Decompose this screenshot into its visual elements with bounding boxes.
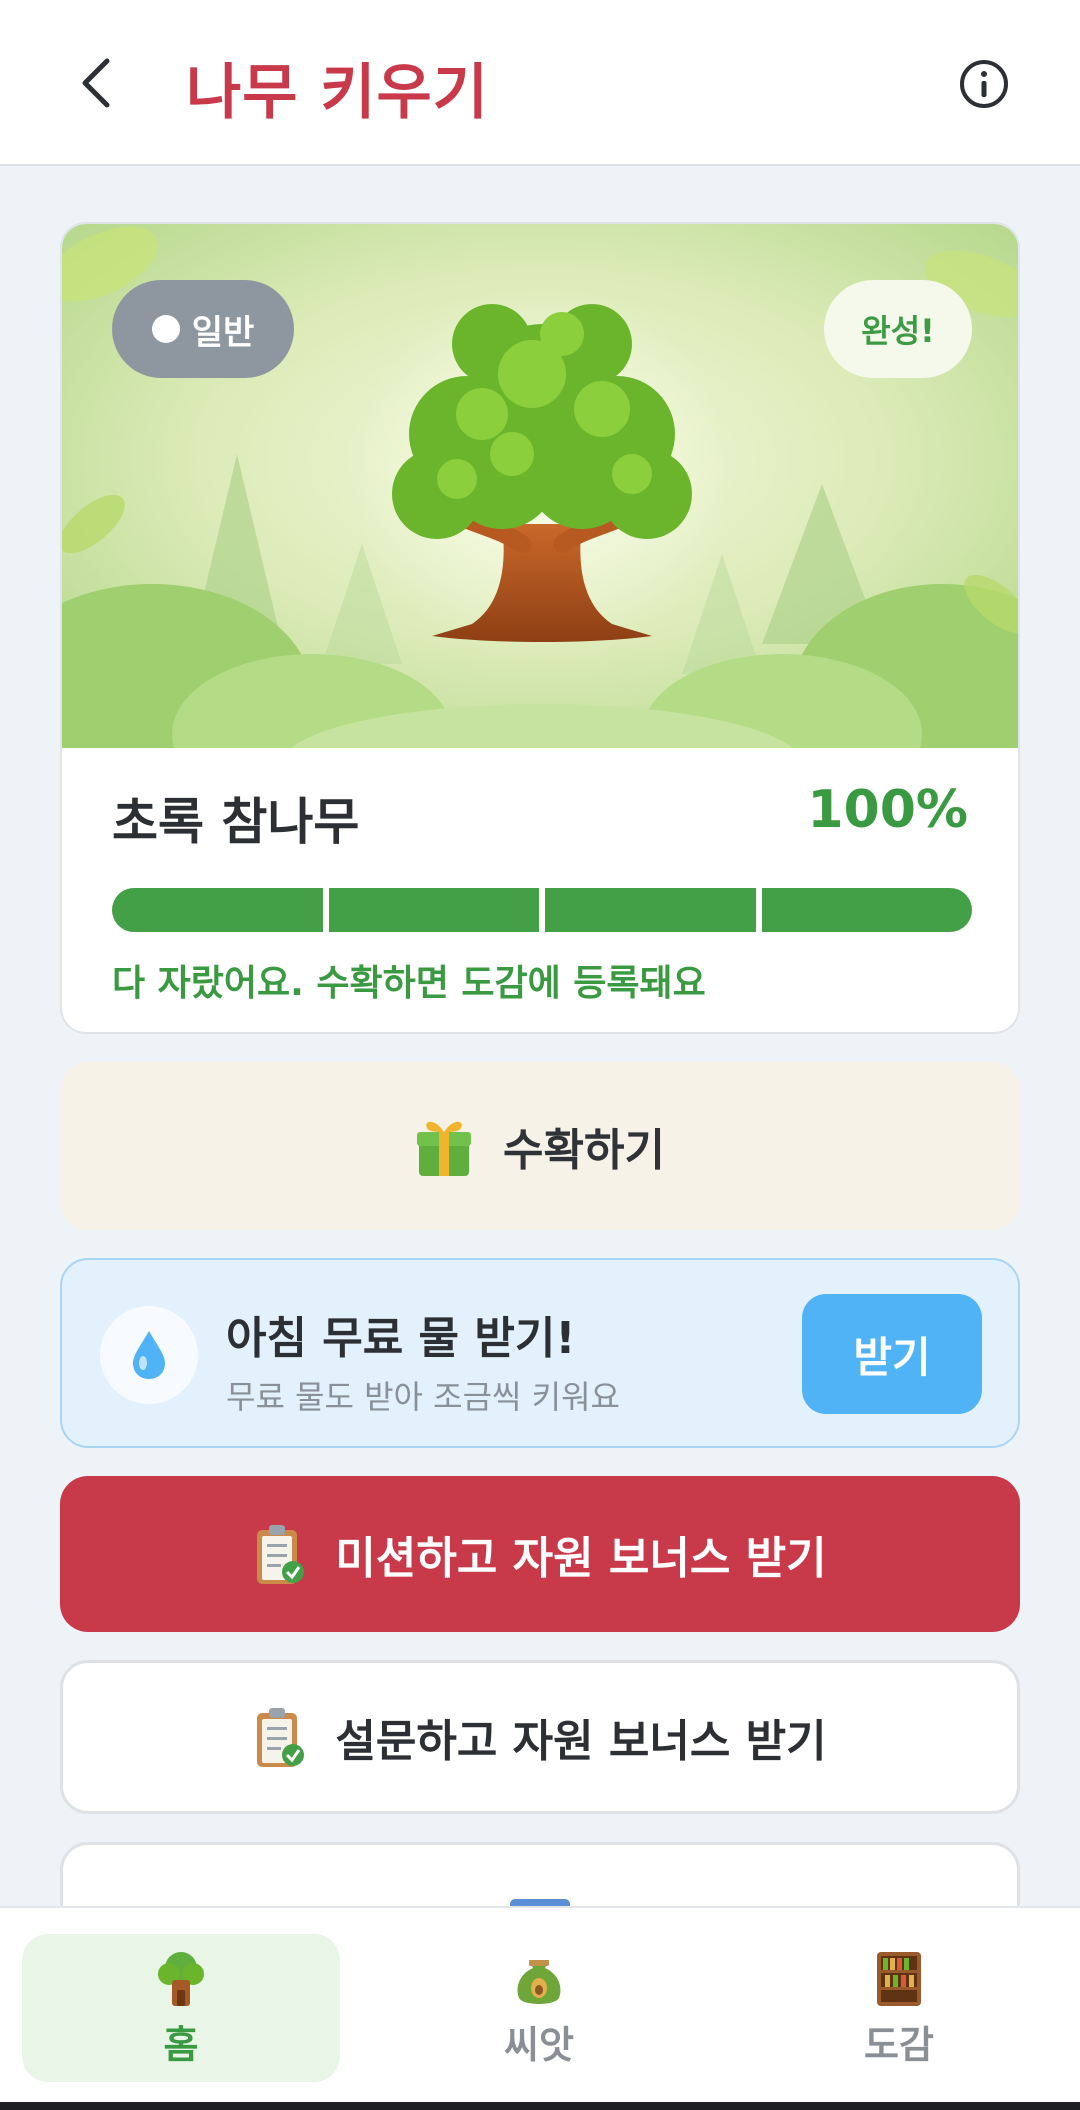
app-header: 나무 키우기: [0, 0, 1080, 166]
progress-segment: [112, 888, 323, 932]
harvest-label: 수확하기: [503, 1125, 665, 1176]
nav-tab-seed[interactable]: 씨앗: [380, 1934, 698, 2082]
water-icon-circle: [100, 1306, 198, 1404]
seed-bag-icon: [517, 1959, 561, 2004]
survey-bonus-button[interactable]: 설문하고 자원 보너스 받기: [60, 1660, 1020, 1814]
nav-tab-collection[interactable]: 도감: [740, 1934, 1058, 2082]
progress-segment: [545, 888, 756, 932]
grade-dot-icon: [151, 315, 180, 343]
system-navigation-bar: [0, 2102, 1080, 2110]
grade-label: 일반: [191, 312, 255, 353]
receive-water-button[interactable]: 받기: [802, 1294, 982, 1414]
free-water-card: 아침 무료 물 받기! 무료 물도 받아 조금씩 키워요 받기: [60, 1258, 1020, 1448]
bookshelf-icon: [877, 1951, 921, 2006]
tree-house-icon: [158, 1951, 204, 2006]
nav-collection-label: 도감: [864, 2022, 934, 2067]
back-button[interactable]: [62, 48, 132, 118]
growth-progress-bar: [112, 888, 972, 932]
clipboard-icon: [257, 1708, 305, 1767]
info-icon: [960, 60, 1008, 108]
chevron-left-icon: [82, 58, 110, 108]
page-title: 나무 키우기: [186, 58, 489, 128]
tree-name: 초록 참나무: [112, 793, 360, 851]
progress-percent: 100%: [807, 780, 968, 840]
tree-growing-screen: 나무 키우기 일반 완성! 초록 참나무 100% 다 자랐어요. 수확하면 도…: [0, 0, 1080, 2110]
info-button[interactable]: [956, 56, 1012, 112]
mission-label: 미션하고 자원 보너스 받기: [335, 1533, 827, 1584]
nav-seed-label: 씨앗: [504, 2022, 574, 2067]
growth-message: 다 자랐어요. 수확하면 도감에 등록돼요: [112, 963, 706, 1004]
grade-badge: 일반: [112, 280, 294, 378]
water-subtitle: 무료 물도 받아 조금씩 키워요: [226, 1378, 620, 1416]
clipboard-icon: [257, 1525, 305, 1584]
progress-segment: [761, 888, 972, 932]
nav-tab-home[interactable]: 홈: [22, 1934, 340, 2082]
water-drop-icon: [133, 1331, 165, 1379]
harvest-button[interactable]: 수확하기: [60, 1062, 1020, 1230]
nav-home-label: 홈: [163, 2022, 199, 2067]
water-title: 아침 무료 물 받기!: [226, 1313, 576, 1364]
survey-label: 설문하고 자원 보너스 받기: [335, 1716, 827, 1767]
bottom-navigation: 홈 씨앗 도감: [0, 1906, 1080, 2110]
mission-bonus-button[interactable]: 미션하고 자원 보너스 받기: [60, 1476, 1020, 1632]
status-badge: 완성!: [824, 280, 972, 378]
progress-segment: [328, 888, 539, 932]
gift-icon: [417, 1121, 472, 1176]
tree-card: 일반 완성! 초록 참나무 100% 다 자랐어요. 수확하면 도감에 등록돼요: [60, 222, 1020, 1034]
